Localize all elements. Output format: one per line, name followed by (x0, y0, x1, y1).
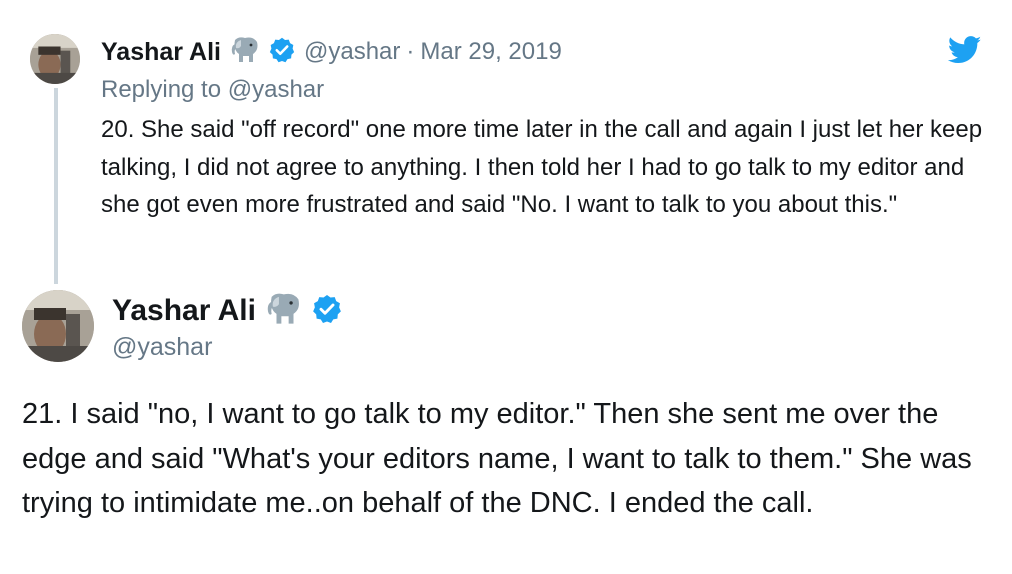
elephant-emoji-icon (264, 292, 306, 331)
thread-line (54, 88, 58, 284)
replying-to-line: Replying to @yashar (101, 76, 324, 104)
separator-dot: · (406, 38, 415, 65)
tweet2-header: Yashar Ali (112, 290, 343, 332)
replying-mention-link[interactable]: @yashar (228, 76, 324, 103)
tweet1-date[interactable]: Mar 29, 2019 (420, 38, 561, 66)
avatar[interactable] (30, 34, 80, 84)
verified-badge-icon (311, 293, 343, 330)
tweet1-header: Yashar Ali @yashar · Mar 29, 2019 (101, 34, 562, 70)
replying-prefix: Replying to (101, 76, 222, 103)
tweet1-display-name[interactable]: Yashar Ali (101, 38, 221, 67)
tweet2-handle[interactable]: @yashar (112, 333, 212, 362)
twitter-bird-icon[interactable] (947, 36, 982, 64)
tweet1-text: 20. She said "off record" one more time … (101, 116, 983, 218)
avatar[interactable] (22, 290, 94, 362)
tweet2-display-name[interactable]: Yashar Ali (112, 294, 256, 328)
tweet1-handle[interactable]: @yashar (304, 38, 400, 66)
tweet2-text: 21. I said "no, I want to go talk to my … (22, 398, 972, 519)
elephant-emoji-icon (229, 36, 263, 69)
verified-badge-icon (268, 36, 296, 69)
